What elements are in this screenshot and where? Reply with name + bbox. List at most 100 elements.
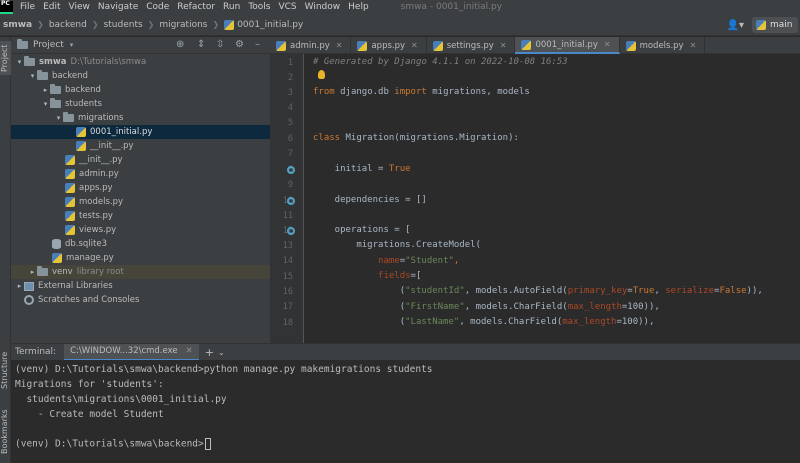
locate-icon[interactable]: ⊕ <box>176 39 184 50</box>
chevron-right-icon[interactable]: ▸ <box>41 86 50 94</box>
chevron-right-icon[interactable]: ▸ <box>15 282 24 290</box>
terminal-output[interactable]: (venv) D:\Tutorials\smwa\backend>python … <box>11 360 800 463</box>
tree-row-backend[interactable]: ▾ backend <box>11 69 270 83</box>
tree-row-views[interactable]: views.py <box>11 223 270 237</box>
close-icon[interactable]: ✕ <box>690 41 697 50</box>
bookmarks-tool-tab[interactable]: Bookmarks <box>0 407 11 457</box>
breadcrumb-item[interactable]: smwa <box>3 20 32 30</box>
close-icon[interactable]: ✕ <box>604 40 611 49</box>
python-file-icon <box>625 40 636 51</box>
code-editor[interactable]: # Generated by Django 4.1.1 on 2022-10-0… <box>304 54 800 343</box>
chevron-down-icon[interactable]: ▾ <box>15 58 24 66</box>
branch-button[interactable]: main <box>752 17 798 33</box>
lightbulb-icon[interactable] <box>318 70 325 79</box>
breadcrumb-item[interactable]: migrations <box>159 20 207 30</box>
tree-row-manage[interactable]: manage.py <box>11 251 270 265</box>
override-marker-icon[interactable] <box>287 197 295 205</box>
menu-tools[interactable]: Tools <box>248 2 270 12</box>
chevron-right-icon: ❯ <box>37 20 44 29</box>
code-text: =100)), <box>621 302 660 312</box>
tab-label: settings.py <box>446 40 494 51</box>
chevron-right-icon[interactable]: ▸ <box>28 268 37 276</box>
chevron-down-icon[interactable]: ▾ <box>70 41 74 49</box>
gear-icon[interactable]: ⚙ <box>235 39 244 50</box>
terminal-prompt: (venv) D:\Tutorials\smwa\backend> <box>15 438 204 450</box>
tree-label: Scratches and Consoles <box>38 295 140 305</box>
python-file-icon <box>357 40 368 51</box>
tree-row-smwa[interactable]: ▾ smwa D:\Tutorials\smwa <box>11 55 270 69</box>
tree-row-backend-inner[interactable]: ▸ backend <box>11 83 270 97</box>
menu-refactor[interactable]: Refactor <box>177 2 215 12</box>
code-text: , <box>453 256 460 266</box>
python-file-icon <box>65 197 75 207</box>
code-line: initial = True <box>313 164 411 174</box>
chevron-down-icon[interactable]: ⌄ <box>218 348 225 357</box>
menu-navigate[interactable]: Navigate <box>98 2 138 12</box>
override-marker-icon[interactable] <box>287 227 295 235</box>
tab-settings[interactable]: settings.py ✕ <box>427 37 516 54</box>
breadcrumb-item[interactable]: 0001_initial.py <box>237 20 303 30</box>
breadcrumb: smwa ❯ backend ❯ students ❯ migrations ❯… <box>0 14 800 36</box>
folder-icon <box>37 266 48 276</box>
menu-code[interactable]: Code <box>146 2 169 12</box>
tree-row-apps[interactable]: apps.py <box>11 181 270 195</box>
tab-apps[interactable]: apps.py ✕ <box>351 37 427 54</box>
python-file-icon <box>52 253 62 263</box>
window-title: smwa - 0001_initial.py <box>400 2 503 12</box>
chevron-down-icon[interactable]: ▾ <box>54 114 63 122</box>
breadcrumb-item[interactable]: backend <box>49 20 87 30</box>
breadcrumb-item[interactable]: students <box>104 20 143 30</box>
tree-row-db[interactable]: db.sqlite3 <box>11 237 270 251</box>
tree-row-students[interactable]: ▾ students <box>11 97 270 111</box>
editor-gutter: 1 2 3 4 5 6 7 8 9 10 11 12 13 14 15 16 1… <box>270 54 304 343</box>
menu-file[interactable]: File <box>20 2 35 12</box>
code-line: ("LastName", models.CharField(max_length… <box>313 317 655 327</box>
code-text: initial = <box>313 164 389 174</box>
tree-row-migrations[interactable]: ▾ migrations <box>11 111 270 125</box>
menu-edit[interactable]: Edit <box>43 2 60 12</box>
branch-label: main <box>770 20 793 30</box>
collapse-all-icon[interactable]: ⇳ <box>216 39 224 50</box>
hide-icon[interactable]: – <box>255 39 260 50</box>
tree-row-scratches[interactable]: Scratches and Consoles <box>11 293 270 307</box>
project-panel-title[interactable]: Project <box>33 40 64 50</box>
tree-row-models[interactable]: models.py <box>11 195 270 209</box>
tree-row-tests[interactable]: tests.py <box>11 209 270 223</box>
project-tool-tab[interactable]: Project <box>0 41 11 75</box>
close-icon[interactable]: ✕ <box>186 346 193 356</box>
menu-help[interactable]: Help <box>348 2 369 12</box>
tab-0001-initial[interactable]: 0001_initial.py ✕ <box>515 37 620 54</box>
tree-row-admin[interactable]: admin.py <box>11 167 270 181</box>
tree-row-0001-initial[interactable]: 0001_initial.py <box>11 125 270 139</box>
chevron-down-icon[interactable]: ▾ <box>28 72 37 80</box>
line-number: 18 <box>282 318 293 328</box>
close-icon[interactable]: ✕ <box>500 41 507 50</box>
tree-row-init-students[interactable]: __init__.py <box>11 153 270 167</box>
bottom-tool-stripe: Structure Bookmarks <box>0 343 11 463</box>
user-icon[interactable]: 👤▾ <box>727 20 744 31</box>
override-marker-icon[interactable] <box>287 166 295 174</box>
pycharm-logo-icon: PC <box>0 0 13 14</box>
code-line: name="Student", <box>313 256 459 266</box>
line-number: 3 <box>287 88 293 98</box>
tab-models[interactable]: models.py ✕ <box>620 37 706 54</box>
terminal-tab[interactable]: C:\WINDOW...32\cmd.exe ✕ <box>64 343 199 361</box>
tree-row-init-migrations[interactable]: __init__.py <box>11 139 270 153</box>
chevron-down-icon[interactable]: ▾ <box>41 100 50 108</box>
tree-row-venv[interactable]: ▸ venv library root <box>11 265 270 279</box>
tree-label: External Libraries <box>38 281 113 291</box>
tree-row-external-libraries[interactable]: ▸ External Libraries <box>11 279 270 293</box>
tab-admin[interactable]: admin.py ✕ <box>270 37 352 54</box>
tree-label: tests.py <box>79 211 113 221</box>
structure-tool-tab[interactable]: Structure <box>0 347 11 393</box>
editor-tab-bar: admin.py ✕ apps.py ✕ settings.py ✕ 0001_… <box>270 37 800 54</box>
keyword: import <box>394 87 427 97</box>
menu-view[interactable]: View <box>69 2 90 12</box>
menu-run[interactable]: Run <box>223 2 240 12</box>
menu-vcs[interactable]: VCS <box>278 2 296 12</box>
menu-window[interactable]: Window <box>305 2 341 12</box>
add-terminal-icon[interactable]: + <box>205 346 214 359</box>
close-icon[interactable]: ✕ <box>411 41 418 50</box>
close-icon[interactable]: ✕ <box>336 41 343 50</box>
expand-all-icon[interactable]: ⇕ <box>197 39 205 50</box>
